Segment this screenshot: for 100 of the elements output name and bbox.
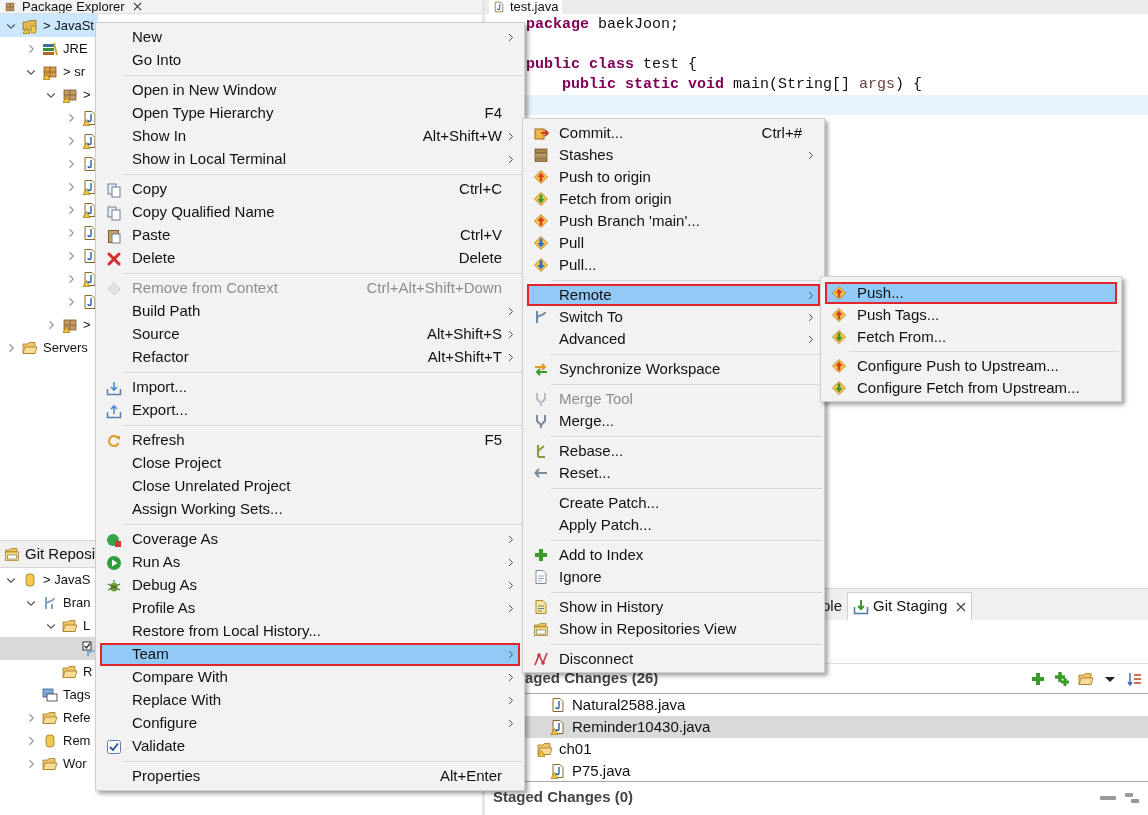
menu-item[interactable]: Paste Ctrl+V — [100, 224, 520, 247]
menu-item[interactable]: Configure — [100, 712, 520, 735]
menu-item[interactable]: Restore from Local History... — [100, 620, 520, 643]
check-icon — [106, 738, 122, 755]
plus-icon[interactable] — [1030, 670, 1046, 687]
close-icon[interactable] — [956, 601, 967, 612]
shortcut: Alt+Shift+S — [426, 324, 502, 345]
menu-item[interactable]: Show in Repositories View — [527, 618, 820, 640]
menu-item[interactable]: Coverage As — [100, 528, 520, 551]
menu-item[interactable]: Refresh F5 — [100, 429, 520, 452]
section-title: aged Changes (26) — [525, 668, 659, 689]
menu-item[interactable]: Push Branch 'main'... — [527, 210, 820, 232]
tree-item[interactable]: Bran — [0, 591, 95, 614]
menu-item[interactable]: Delete Delete — [100, 247, 520, 270]
file-item[interactable]: P75.java — [525, 760, 1148, 781]
folder-icon[interactable] — [1078, 670, 1094, 687]
tree-item[interactable]: > JavaSt — [0, 14, 98, 37]
add-all-icon[interactable] — [1054, 670, 1070, 687]
menu-item[interactable]: Close Project — [100, 452, 520, 475]
menu-item[interactable]: Import... — [100, 376, 520, 399]
menu-item[interactable]: Fetch From... — [825, 326, 1117, 348]
tree-item[interactable]: R — [0, 660, 97, 683]
menu-item[interactable]: Properties Alt+Enter — [100, 765, 520, 788]
menu-item[interactable]: Create Patch... — [527, 492, 820, 514]
push-icon — [533, 213, 549, 229]
document-icon — [533, 569, 549, 585]
menu-item[interactable]: Export... — [100, 399, 520, 422]
menu-item[interactable]: Push Tags... — [825, 304, 1117, 326]
menu-item[interactable]: Build Path — [100, 300, 520, 323]
tree-item[interactable]: > — [0, 313, 95, 336]
tree-item[interactable]: Refe — [0, 706, 95, 729]
menu-item[interactable]: Remote — [527, 284, 820, 306]
menu-item[interactable]: Go Into — [100, 49, 520, 72]
menu-item[interactable]: Rebase... — [527, 440, 820, 462]
tree-item[interactable]: > JavaS — [0, 568, 95, 591]
minimize-icon[interactable] — [1100, 795, 1116, 800]
menu-item[interactable]: Ignore — [527, 566, 820, 588]
menu-item[interactable]: Profile As — [100, 597, 520, 620]
menu-item[interactable]: Push to origin — [527, 166, 820, 188]
tab[interactable]: test.java — [489, 0, 563, 14]
menu-item[interactable]: Assign Working Sets... — [100, 498, 520, 521]
menu-item[interactable]: Synchronize Workspace — [527, 358, 820, 380]
menu-item[interactable]: Disconnect — [527, 648, 820, 670]
menu-item[interactable]: Close Unrelated Project — [100, 475, 520, 498]
download-icon — [853, 598, 870, 615]
tree-item[interactable]: > sr — [0, 60, 90, 83]
menu-item[interactable]: Replace With — [100, 689, 520, 712]
menu-item[interactable]: Commit... Ctrl+# — [527, 122, 820, 144]
menu-item[interactable]: Copy Qualified Name — [100, 201, 520, 224]
file-item[interactable]: ch01 — [525, 738, 1148, 760]
close-icon[interactable] — [132, 0, 143, 13]
menu-item[interactable]: Copy Ctrl+C — [100, 178, 520, 201]
disconnect-icon — [533, 651, 549, 667]
shortcut: Alt+Enter — [439, 766, 502, 787]
clipboard-icon — [106, 227, 122, 244]
sort-icon[interactable] — [1126, 670, 1142, 687]
menu-item[interactable]: Debug As — [100, 574, 520, 597]
menu-item[interactable]: Stashes — [527, 144, 820, 166]
tab[interactable]: Git Staging — [847, 592, 973, 620]
menu-item[interactable]: Configure Push to Upstream... — [825, 355, 1117, 377]
tree-item[interactable]: > — [0, 83, 95, 106]
menu-item[interactable]: Reset... — [527, 462, 820, 484]
menu-item[interactable]: Show In Alt+Shift+W — [100, 125, 520, 148]
menu-item[interactable]: Refactor Alt+Shift+T — [100, 346, 520, 369]
menu-item[interactable]: New — [100, 26, 520, 49]
tree-item[interactable]: Rem — [0, 729, 95, 752]
tree-item[interactable]: Wor — [0, 752, 91, 775]
history-icon — [533, 599, 549, 615]
tree-item[interactable]: Servers — [0, 336, 92, 359]
menu-item[interactable]: Show in History — [527, 596, 820, 618]
menu-item[interactable]: Advanced — [527, 328, 820, 350]
menu-item[interactable]: Push... — [825, 282, 1117, 304]
tree-item[interactable]: L — [0, 614, 95, 637]
tree-item[interactable]: JRE — [0, 37, 92, 60]
tab[interactable]: Package Explorer — [22, 0, 125, 13]
menu-item[interactable]: Apply Patch... — [527, 514, 820, 536]
tree-item[interactable]: Tags — [0, 683, 95, 706]
menu-item[interactable]: Compare With — [100, 666, 520, 689]
menu-item[interactable]: Switch To — [527, 306, 820, 328]
file-item[interactable]: Reminder10430.java — [525, 716, 1148, 738]
menu-item[interactable]: Open Type Hierarchy F4 — [100, 102, 520, 125]
merge-icon — [533, 413, 549, 429]
menu-item[interactable]: Add to Index — [527, 544, 820, 566]
menu-item[interactable]: Show in Local Terminal — [100, 148, 520, 171]
coverage-icon — [106, 531, 122, 548]
menu-item[interactable]: Open in New Window — [100, 79, 520, 102]
code-line: package baekJoon; — [526, 16, 680, 33]
menu-item[interactable]: Merge... — [527, 410, 820, 432]
menu-item[interactable]: Team — [100, 643, 520, 666]
menu-item[interactable]: Validate — [100, 735, 520, 758]
pull-icon — [533, 235, 549, 251]
menu-item[interactable]: Pull... — [527, 254, 820, 276]
menu-item[interactable]: Pull — [527, 232, 820, 254]
menu-item[interactable]: Source Alt+Shift+S — [100, 323, 520, 346]
repository-icon — [4, 546, 20, 562]
menu-item[interactable]: Fetch from origin — [527, 188, 820, 210]
menu-item[interactable]: Configure Fetch from Upstream... — [825, 377, 1117, 399]
menu-item[interactable]: Run As — [100, 551, 520, 574]
tab[interactable]: Git Reposi — [25, 542, 96, 566]
file-item[interactable]: Natural2588.java — [525, 694, 1148, 716]
